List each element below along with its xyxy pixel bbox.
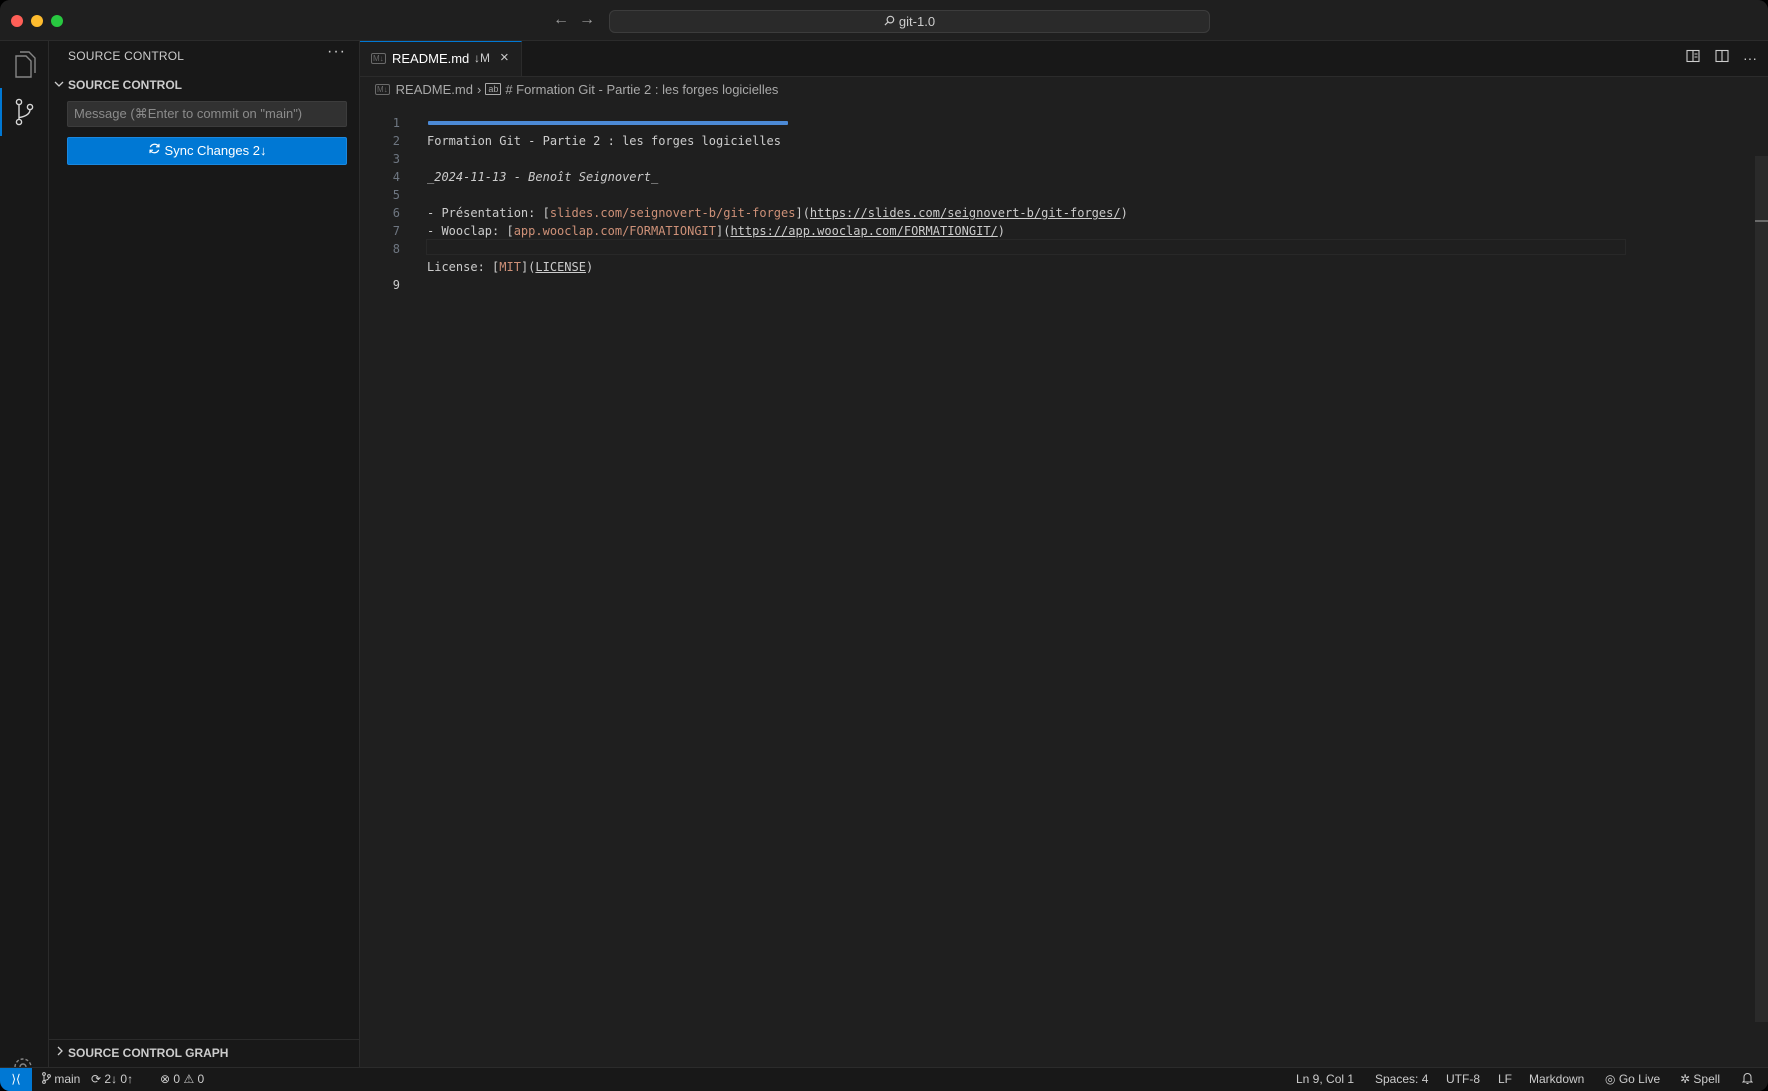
- end-of-line[interactable]: LF: [1498, 1072, 1512, 1086]
- current-line-highlight: [426, 239, 1626, 255]
- code-line: 8 License: [MIT](LICENSE): [360, 222, 1640, 274]
- tab-readme[interactable]: M↓ README.md ↓M ×: [360, 41, 522, 76]
- spell-check-icon: ✲: [1680, 1072, 1691, 1086]
- files-icon: [15, 51, 36, 78]
- open-preview-to-side-icon[interactable]: [1685, 49, 1701, 65]
- line-prefix: License: [: [427, 260, 500, 274]
- indentation[interactable]: Spaces: 4: [1375, 1072, 1428, 1086]
- explorer-activity-button[interactable]: [0, 41, 48, 89]
- command-center-search[interactable]: git-1.0: [609, 10, 1210, 33]
- problems-status[interactable]: ⊗ 0 ⚠ 0: [160, 1072, 204, 1086]
- command-center-label: git-1.0: [898, 14, 936, 29]
- sync-icon: [148, 138, 161, 164]
- error-icon: ⊗: [160, 1072, 171, 1086]
- more-actions-icon[interactable]: ···: [327, 43, 346, 61]
- remote-icon[interactable]: ⟩⟨: [0, 1068, 32, 1091]
- sync-status[interactable]: ⟳ 2↓ 0↑: [91, 1072, 133, 1086]
- go-live-button[interactable]: ◎ Go Live: [1605, 1072, 1660, 1086]
- source-control-sidebar: SOURCE CONTROL ··· SOURCE CONTROL Messag…: [49, 41, 360, 1067]
- link-url[interactable]: LICENSE: [535, 260, 586, 274]
- language-mode[interactable]: Markdown: [1529, 1072, 1584, 1086]
- warning-icon: ⚠: [183, 1072, 195, 1086]
- minimize-window-button[interactable]: [31, 15, 43, 27]
- title-bar: ← → git-1.0: [0, 0, 1768, 41]
- status-bar: ⟩⟨ main ⟳ 2↓ 0↑ ⊗ 0 ⚠ 0 Ln 9, Col 1 Spac…: [0, 1067, 1768, 1091]
- close-icon[interactable]: ×: [500, 49, 509, 66]
- branch-status[interactable]: main: [41, 1072, 80, 1086]
- source-control-icon: [15, 98, 34, 126]
- spell-label: Spell: [1693, 1072, 1721, 1086]
- code-line: 3 _2024-11-13 - Benoît Seignovert_: [360, 132, 1640, 184]
- tab-git-state: ↓M: [474, 51, 490, 65]
- code-line: 6 - Wooclap: [app.wooclap.com/FORMATIONG…: [360, 186, 1640, 238]
- breadcrumb-file[interactable]: README.md: [396, 82, 473, 97]
- tab-bar: M↓ README.md ↓M × ···: [360, 41, 1768, 77]
- spell-button[interactable]: ✲ Spell: [1680, 1072, 1720, 1086]
- activity-bar: [0, 41, 49, 1076]
- vscode-window: ← → git-1.0 SOURCE CONTROL ··· SOURCE CO…: [0, 0, 1768, 1091]
- markdown-file-icon: M↓: [375, 84, 390, 95]
- go-live-label: Go Live: [1618, 1072, 1661, 1086]
- link-text: MIT: [499, 260, 521, 274]
- search-icon: [884, 11, 895, 32]
- markdown-file-icon: M↓: [371, 53, 386, 64]
- vertical-scrollbar[interactable]: [1755, 156, 1768, 1022]
- commit-message-input[interactable]: Message (⌘Enter to commit on "main"): [67, 101, 347, 127]
- code-line: 5 - Présentation: [slides.com/seignovert…: [360, 168, 1640, 220]
- warning-count: 0: [197, 1072, 205, 1086]
- sync-icon: ⟳: [91, 1072, 102, 1086]
- source-control-activity-button[interactable]: [0, 88, 48, 136]
- error-count: 0: [173, 1072, 181, 1086]
- code-line: 4: [360, 150, 1640, 184]
- code-line-current: 9: [360, 239, 1640, 292]
- chevron-right-icon: ›: [476, 82, 482, 97]
- line-number: 9: [392, 278, 400, 292]
- cursor-position[interactable]: Ln 9, Col 1: [1296, 1072, 1354, 1086]
- forward-arrow-icon[interactable]: →: [577, 10, 597, 30]
- source-control-section-header[interactable]: SOURCE CONTROL: [49, 75, 359, 97]
- section-label: SOURCE CONTROL: [68, 78, 182, 92]
- graph-label: SOURCE CONTROL GRAPH: [68, 1046, 229, 1060]
- line-text: License: [MIT](LICENSE): [427, 258, 593, 276]
- encoding[interactable]: UTF-8: [1446, 1072, 1480, 1086]
- sync-changes-label: Sync Changes 2↓: [164, 143, 267, 158]
- line-suffix: ): [585, 260, 594, 274]
- scrollbar-cursor-marker: [1755, 220, 1768, 222]
- more-editor-actions-icon[interactable]: ···: [1742, 50, 1758, 66]
- chevron-down-icon: [53, 76, 65, 95]
- close-window-button[interactable]: [11, 15, 23, 27]
- link-separator: ](: [520, 260, 536, 274]
- sidebar-title: SOURCE CONTROL: [68, 49, 185, 63]
- code-line: 1 Formation Git - Partie 2 : les forges …: [360, 96, 1640, 148]
- tab-label: README.md: [392, 51, 470, 66]
- source-control-graph-header[interactable]: SOURCE CONTROL GRAPH: [49, 1039, 359, 1064]
- editor-actions: ···: [1677, 49, 1758, 68]
- chevron-right-icon: [55, 1045, 65, 1060]
- bell-icon[interactable]: [1741, 1072, 1754, 1087]
- code-line: 2: [360, 114, 1640, 148]
- heading-underline-rule: [428, 121, 788, 125]
- sync-counts: 2↓ 0↑: [104, 1072, 134, 1086]
- code-line: 7: [360, 204, 1640, 238]
- branch-icon: [42, 1072, 51, 1084]
- symbol-string-icon: ab: [485, 83, 502, 95]
- sync-changes-button[interactable]: Sync Changes 2↓: [67, 137, 347, 165]
- branch-name: main: [54, 1072, 81, 1086]
- broadcast-icon: ◎: [1605, 1072, 1616, 1086]
- back-arrow-icon[interactable]: ←: [551, 10, 571, 30]
- breadcrumb-symbol[interactable]: # Formation Git - Partie 2 : les forges …: [505, 82, 778, 97]
- split-editor-icon[interactable]: [1714, 49, 1730, 65]
- editor-group: M↓ README.md ↓M × ··· M↓ README.md › ab # Fo…: [360, 41, 1768, 1067]
- maximize-window-button[interactable]: [51, 15, 63, 27]
